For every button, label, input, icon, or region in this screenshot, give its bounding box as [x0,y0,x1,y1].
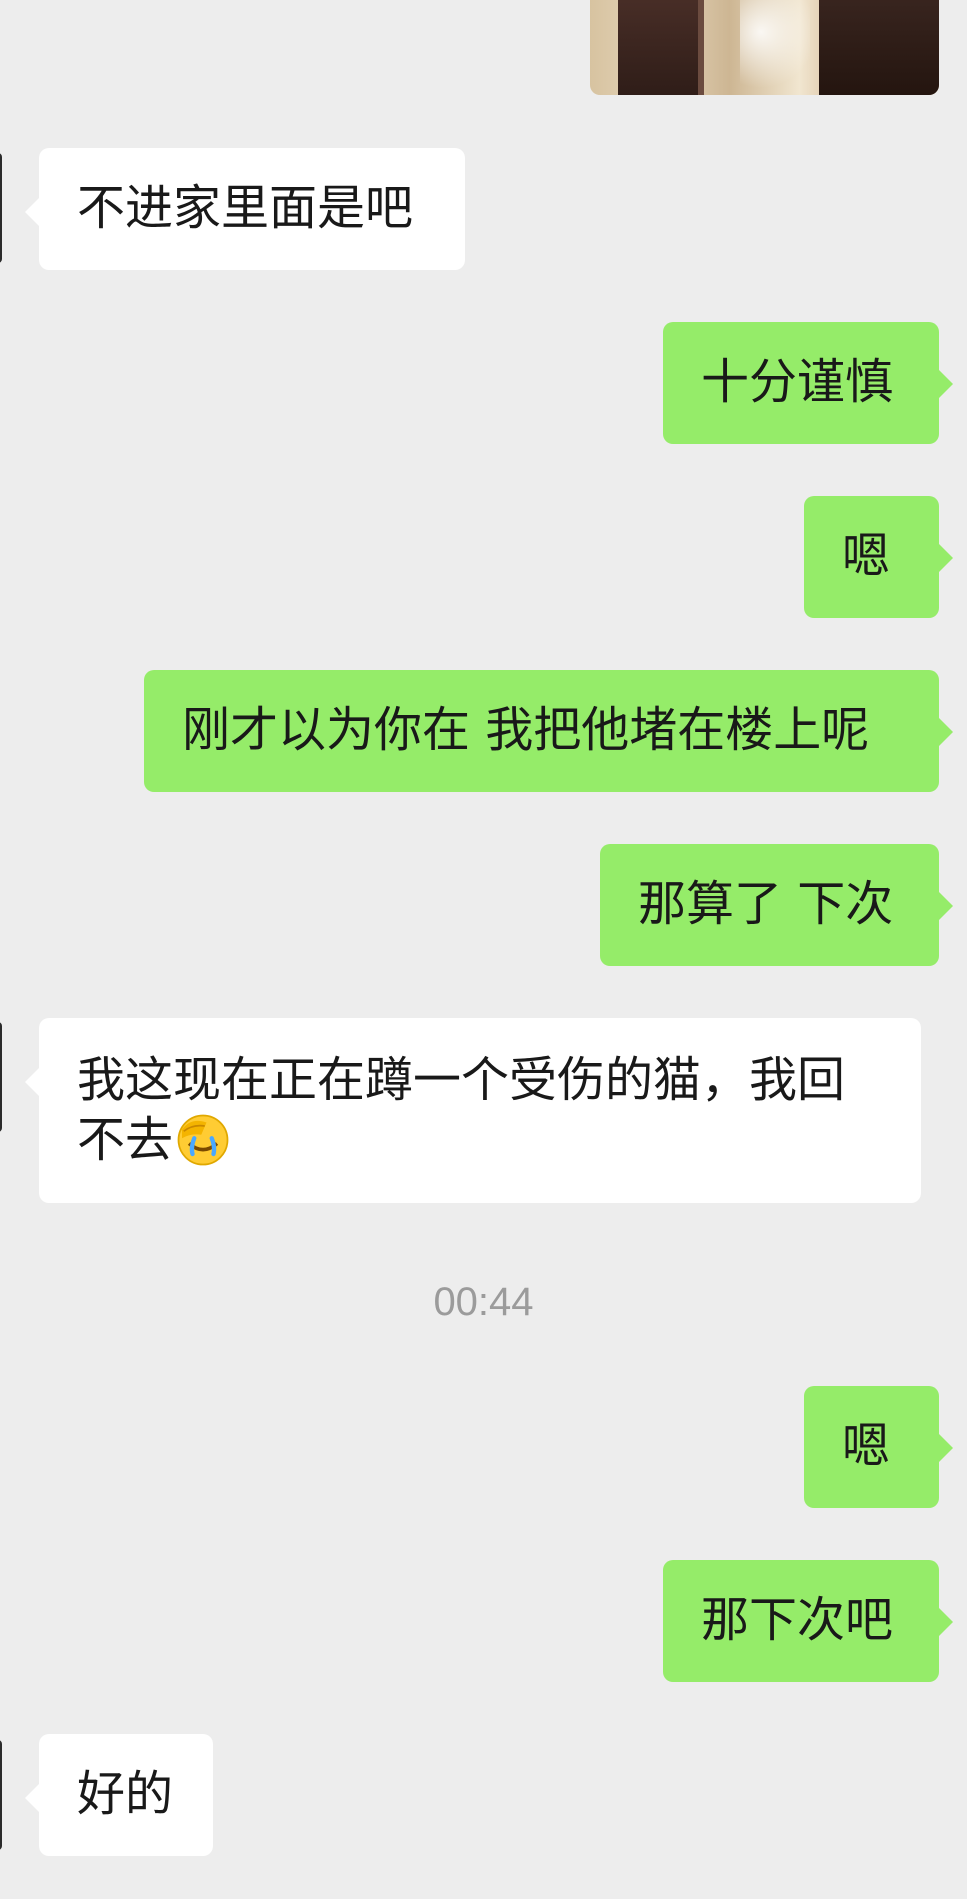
message-text: 好的 [77,1766,174,1822]
outgoing-message-bubble[interactable]: 嗯 [804,1386,953,1508]
message-text: 嗯 [842,528,891,584]
outgoing-message-bubble[interactable]: 那算了 下次 [600,844,953,966]
message-text: 刚才以为你在 我把他堵在楼上呢 [182,702,870,758]
incoming-message-bubble[interactable]: 不进家里面是吧 [25,148,465,270]
photo-door-right [819,0,939,95]
chat-timestamp: 00:44 [433,1280,534,1324]
incoming-message-bubble[interactable]: 我这现在正在蹲一个受伤的猫，我回 不去 [25,1018,921,1203]
photo-door-left [618,0,704,95]
message-text: 十分谨慎 [701,354,894,410]
message-text: 那下次吧 [701,1592,894,1648]
face-palm-emoji [177,1114,229,1166]
message-text-line: 不去 [77,1110,881,1170]
message-text: 嗯 [842,1418,891,1474]
outgoing-message-bubble[interactable]: 那下次吧 [663,1560,953,1682]
outgoing-message-bubble[interactable]: 刚才以为你在 我把他堵在楼上呢 [144,670,953,792]
message-text-line: 我这现在正在蹲一个受伤的猫，我回 [77,1052,846,1108]
contact-avatar[interactable] [0,153,2,263]
message-text: 不去 [77,1112,174,1168]
message-text: 那算了 下次 [638,876,894,932]
outgoing-message-bubble[interactable]: 嗯 [804,496,953,618]
outgoing-message-bubble[interactable]: 十分谨慎 [663,322,953,444]
chat-message-list[interactable]: 不进家里面是吧 十分谨慎 嗯 刚才以为你在 我把他堵在楼上呢 那算了 下次 我这… [0,0,967,1899]
photo-light-reflection [740,0,810,95]
incoming-message-bubble[interactable]: 好的 [25,1734,213,1856]
contact-avatar[interactable] [0,1022,2,1132]
image-message[interactable] [590,0,939,95]
message-text: 不进家里面是吧 [77,180,414,236]
contact-avatar[interactable] [0,1740,2,1850]
